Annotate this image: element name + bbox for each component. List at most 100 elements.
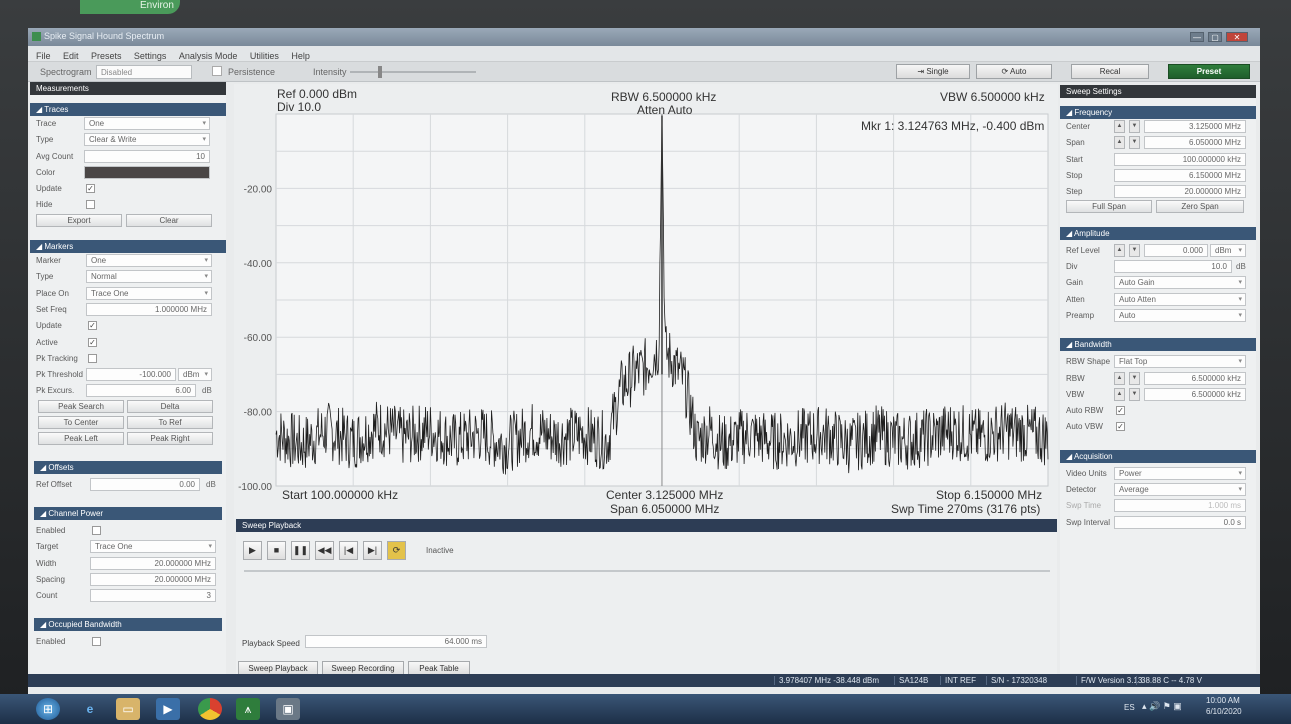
rewind-icon[interactable]: ◀◀ xyxy=(315,541,334,560)
preset-button[interactable]: Preset xyxy=(1168,64,1250,79)
maximize-button[interactable]: ▢ xyxy=(1208,32,1222,42)
language-indicator[interactable]: ES xyxy=(1124,703,1135,712)
minimize-button[interactable]: — xyxy=(1190,32,1204,42)
video-units-select[interactable]: Power xyxy=(1114,466,1246,480)
playback-timeline[interactable] xyxy=(244,570,1050,572)
set-freq-input[interactable]: 1.000000 MHz xyxy=(86,302,212,316)
occupied-bandwidth-header[interactable]: ◢ Occupied Bandwidth xyxy=(34,618,222,632)
ref-level-input[interactable]: 0.000 xyxy=(1144,243,1208,257)
vbw-input[interactable]: 6.500000 kHz xyxy=(1144,387,1246,401)
span-up-icon[interactable]: ▲ xyxy=(1114,136,1125,150)
center-up-icon[interactable]: ▲ xyxy=(1114,120,1125,133)
frequency-header[interactable]: ◢ Frequency xyxy=(1060,106,1256,119)
peak-right-button[interactable]: Peak Right xyxy=(127,432,213,446)
chrome-icon[interactable] xyxy=(198,698,222,720)
rbw-input[interactable]: 6.500000 kHz xyxy=(1144,371,1246,385)
span-input[interactable]: 6.050000 MHz xyxy=(1144,136,1246,150)
menu-help[interactable]: Help xyxy=(291,51,310,61)
pk-threshold-input[interactable]: -100.000 xyxy=(86,368,176,382)
persistence-checkbox[interactable] xyxy=(212,66,222,76)
center-down-icon[interactable]: ▼ xyxy=(1129,120,1140,133)
center-freq-input[interactable]: 3.125000 MHz xyxy=(1144,120,1246,133)
offsets-header[interactable]: ◢ Offsets xyxy=(34,460,222,474)
pk-threshold-unit-select[interactable]: dBm xyxy=(178,368,212,382)
marker-update-checkbox[interactable]: ✓ xyxy=(88,321,97,331)
cp-target-select[interactable]: Trace One xyxy=(90,540,216,554)
menu-file[interactable]: File xyxy=(36,51,51,61)
swp-time-input[interactable]: 1.000 ms xyxy=(1114,499,1246,513)
to-ref-button[interactable]: To Ref xyxy=(127,416,213,430)
tray-icons[interactable]: ▴ 🔊 ⚑ ▣ xyxy=(1142,701,1182,712)
ref-up-icon[interactable]: ▲ xyxy=(1114,243,1125,257)
pause-icon[interactable]: ❚❚ xyxy=(291,541,310,560)
ref-offset-input[interactable]: 0.00 xyxy=(90,477,200,491)
auto-rbw-checkbox[interactable]: ✓ xyxy=(1116,406,1125,416)
spectrum-display[interactable]: -20.00 -40.00 -60.00 -80.00 -100.00 Ref 0.00… xyxy=(234,84,1058,520)
trace-color-swatch[interactable] xyxy=(84,165,210,179)
intensity-slider-handle[interactable] xyxy=(378,66,382,78)
spike-app-icon[interactable]: ⩚ xyxy=(236,698,260,720)
file-explorer-icon[interactable]: ▭ xyxy=(116,698,140,720)
skip-back-icon[interactable]: |◀ xyxy=(339,541,358,560)
menu-settings[interactable]: Settings xyxy=(134,51,167,61)
detector-select[interactable]: Average xyxy=(1114,483,1246,497)
start-button-icon[interactable]: ⊞ xyxy=(36,698,60,720)
pk-excursion-input[interactable]: 6.00 xyxy=(86,384,196,398)
stop-freq-input[interactable]: 6.150000 MHz xyxy=(1114,168,1246,182)
acquisition-header[interactable]: ◢ Acquisition xyxy=(1060,449,1256,463)
cp-width-input[interactable]: 20.000000 MHz xyxy=(90,556,216,570)
atten-select[interactable]: Auto Atten xyxy=(1114,292,1246,306)
cp-count-input[interactable]: 3 xyxy=(90,589,216,603)
trace-hide-checkbox[interactable] xyxy=(86,200,95,210)
rbw-down-icon[interactable]: ▼ xyxy=(1129,371,1140,385)
rbw-up-icon[interactable]: ▲ xyxy=(1114,371,1125,385)
peak-search-button[interactable]: Peak Search xyxy=(38,399,124,413)
trace-select[interactable]: One xyxy=(84,117,210,130)
step-input[interactable]: 20.000000 MHz xyxy=(1114,185,1246,199)
cp-spacing-input[interactable]: 20.000000 MHz xyxy=(90,572,216,586)
single-sweep-button[interactable]: ⇥ Single xyxy=(896,64,970,79)
stop-icon[interactable]: ■ xyxy=(267,541,286,560)
gain-select[interactable]: Auto Gain xyxy=(1114,276,1246,290)
clock-date[interactable]: 6/10/2020 xyxy=(1206,707,1242,716)
channel-power-header[interactable]: ◢ Channel Power xyxy=(34,506,222,520)
auto-sweep-button[interactable]: ⟳ Auto xyxy=(976,64,1052,79)
export-button[interactable]: Export xyxy=(36,213,122,227)
menu-analysis-mode[interactable]: Analysis Mode xyxy=(179,51,238,61)
ref-down-icon[interactable]: ▼ xyxy=(1129,243,1140,257)
swp-interval-input[interactable]: 0.0 s xyxy=(1114,515,1246,529)
vbw-up-icon[interactable]: ▲ xyxy=(1114,387,1125,401)
vbw-down-icon[interactable]: ▼ xyxy=(1129,387,1140,401)
clear-button[interactable]: Clear xyxy=(126,213,212,227)
rbw-shape-select[interactable]: Flat Top xyxy=(1114,355,1246,369)
ref-unit-select[interactable]: dBm xyxy=(1210,243,1246,257)
markers-header[interactable]: ◢ Markers xyxy=(30,240,226,254)
preamp-select[interactable]: Auto xyxy=(1114,308,1246,322)
amplitude-header[interactable]: ◢ Amplitude xyxy=(1060,226,1256,240)
playback-speed-input[interactable]: 64.000 ms xyxy=(305,635,487,648)
marker-active-checkbox[interactable]: ✓ xyxy=(88,337,97,347)
place-on-select[interactable]: Trace One xyxy=(86,286,212,300)
clock-time[interactable]: 10:00 AM xyxy=(1206,696,1240,705)
to-center-button[interactable]: To Center xyxy=(38,416,124,430)
media-player-icon[interactable]: ▶ xyxy=(156,698,180,720)
avg-count-input[interactable]: 10 xyxy=(84,149,210,163)
internet-explorer-icon[interactable]: e xyxy=(78,698,102,720)
span-down-icon[interactable]: ▼ xyxy=(1129,136,1140,150)
intensity-slider[interactable] xyxy=(350,71,476,73)
obw-enabled-checkbox[interactable] xyxy=(92,637,101,647)
peak-left-button[interactable]: Peak Left xyxy=(38,432,124,446)
start-freq-input[interactable]: 100.000000 kHz xyxy=(1114,152,1246,166)
spectrogram-select[interactable]: Disabled xyxy=(96,65,192,79)
traces-header[interactable]: ◢ Traces xyxy=(30,103,226,116)
menu-edit[interactable]: Edit xyxy=(63,51,79,61)
auto-vbw-checkbox[interactable]: ✓ xyxy=(1116,422,1125,432)
trace-type-select[interactable]: Clear & Write xyxy=(84,133,210,147)
play-icon[interactable]: ▶ xyxy=(243,541,262,560)
recal-button[interactable]: Recal xyxy=(1071,64,1149,79)
marker-type-select[interactable]: Normal xyxy=(86,270,212,284)
close-button[interactable]: ✕ xyxy=(1226,32,1248,42)
full-span-button[interactable]: Full Span xyxy=(1066,200,1152,214)
amp-div-input[interactable]: 10.0 xyxy=(1114,260,1232,274)
pk-tracking-checkbox[interactable] xyxy=(88,353,97,363)
